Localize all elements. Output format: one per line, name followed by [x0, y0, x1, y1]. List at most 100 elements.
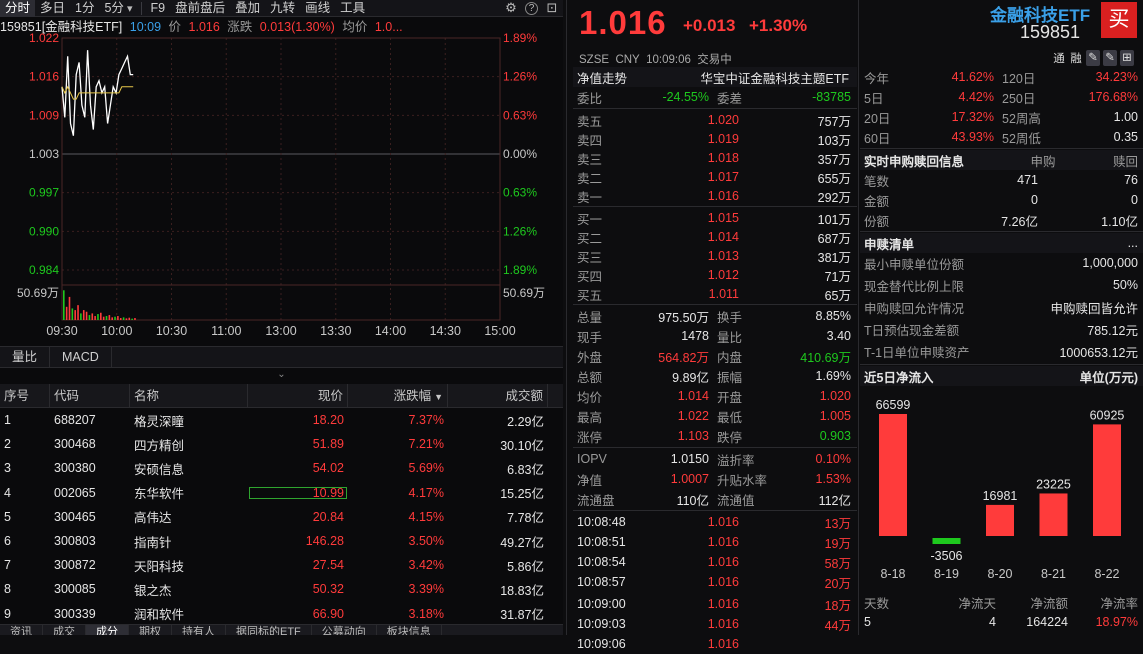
bid-row[interactable]: 买五 1.011 65万 [573, 284, 857, 304]
gear-icon[interactable]: ⚙ [503, 0, 519, 16]
edit-icon[interactable]: ✎ [1086, 50, 1100, 66]
grid-icon[interactable]: ⊞ [1120, 50, 1134, 66]
table-row[interactable]: 4 002065 东华软件 10.99 4.17% 15.25亿 [0, 481, 563, 505]
table-row[interactable]: 7 300872 天阳科技 27.54 3.42% 5.86亿 [0, 553, 563, 577]
column-header-0[interactable]: 序号 [0, 383, 50, 408]
ask-row[interactable]: 卖三 1.018 357万 [573, 148, 857, 168]
bottom-tabs: 资讯 成交 成分 期权 持有人 据同标的ETF 公募动向 板块信息 [0, 624, 563, 635]
iopv-label: 流通盘 [577, 493, 615, 508]
table-row[interactable]: 3 300380 安硕信息 54.02 5.69% 6.83亿 [0, 456, 563, 480]
x-tick: 13:00 [265, 324, 296, 338]
column-header-1[interactable]: 代码 [50, 383, 130, 408]
list-row: 申购赎回允许情况 申购赎回皆允许 [860, 297, 1143, 317]
toolbar-item-6[interactable]: 叠加 [230, 0, 265, 17]
x-tick: 10:30 [156, 324, 187, 338]
help-icon[interactable]: ? [525, 1, 538, 15]
rong-button[interactable]: 融 [1069, 50, 1083, 66]
tick-row: 10:09:06 1.016 [573, 634, 857, 654]
bid-row[interactable]: 买三 1.013 381万 [573, 246, 857, 266]
toolbar-item-1[interactable]: 多日 [35, 0, 70, 17]
row-code: 688207 [54, 413, 96, 428]
toolbar-item-3[interactable]: 5分 [99, 0, 128, 17]
nav-row[interactable]: 净值走势 华宝中证金融科技主题ETF [573, 67, 857, 87]
external-window-icon[interactable]: ⊡ [544, 0, 560, 16]
rt-sub: 0 [1031, 193, 1038, 207]
row-index: 4 [4, 485, 11, 500]
row-name: 格灵深瞳 [134, 414, 185, 429]
tab-volume-ratio[interactable]: 量比 [0, 347, 51, 367]
list-header[interactable]: 申赎清单... [860, 233, 1143, 253]
column-header-4[interactable]: 涨跌幅 ▼ [348, 383, 448, 408]
stat-value: 1.69% [815, 369, 851, 383]
table-row[interactable]: 5 300465 高伟达 20.84 4.15% 7.78亿 [0, 505, 563, 529]
toolbar-item-4[interactable]: F9 [145, 0, 170, 17]
bottom-tab-7[interactable]: 板块信息 [377, 625, 442, 635]
table-row[interactable]: 6 300803 指南针 146.28 3.50% 49.27亿 [0, 529, 563, 553]
table-row[interactable]: 9 300339 润和软件 66.90 3.18% 31.87亿 [0, 602, 563, 626]
row-name: 天阳科技 [134, 559, 185, 574]
stat-row: 涨停 1.103 跌停 0.903 [573, 426, 857, 446]
iopv-value: 0.10% [815, 452, 851, 466]
bid-row[interactable]: 买一 1.015 101万 [573, 208, 857, 228]
tab-macd[interactable]: MACD [50, 347, 112, 367]
tick-time: 10:08:54 [577, 555, 626, 569]
summary-label: 净流额 [1030, 596, 1068, 611]
bottom-tab-0[interactable]: 资讯 [0, 625, 43, 635]
volume-bar [85, 311, 88, 320]
bottom-tab-3[interactable]: 期权 [129, 625, 172, 635]
ask-row[interactable]: 卖四 1.019 103万 [573, 129, 857, 149]
tong-button[interactable]: 通 [1052, 50, 1066, 66]
perf-value: 0.35 [1113, 130, 1138, 144]
bottom-tab-4[interactable]: 持有人 [172, 625, 226, 635]
ask-row[interactable]: 卖一 1.016 292万 [573, 186, 857, 206]
table-row[interactable]: 1 688207 格灵深瞳 18.20 7.37% 2.29亿 [0, 408, 563, 432]
toolbar-item-7[interactable]: 九转 [265, 0, 300, 17]
net-inflow-chart: 66599 8-18 -3506 8-19 16981 8-20 23225 8-21 6092… [876, 398, 1125, 581]
bottom-tab-1[interactable]: 成交 [43, 625, 86, 635]
bottom-tab-2[interactable]: 成分 [86, 625, 129, 635]
table-row[interactable]: 2 300468 四方精创 51.89 7.21% 30.10亿 [0, 432, 563, 456]
tick-row: 10:09:03 1.016 44万 [573, 614, 857, 634]
summary-value: 4 [989, 615, 996, 629]
ask-row[interactable]: 卖五 1.020 757万 [573, 110, 857, 130]
stat-label: 跌停 [717, 430, 743, 445]
perf-label: 今年 [864, 71, 890, 86]
toolbar-divider [141, 1, 143, 15]
bottom-tab-5[interactable]: 据同标的ETF [226, 625, 312, 635]
toolbar-item-9[interactable]: 工具 [335, 0, 370, 17]
row-index: 6 [4, 534, 11, 549]
intraday-chart[interactable]: 1.022 1.89% 1.016 1.26% 1.009 0.63% 1.003 0.00%… [0, 30, 563, 345]
flow-category-label: 8-20 [987, 567, 1012, 581]
stat-value: 1.014 [677, 389, 709, 403]
buy-button[interactable]: 买 [1101, 2, 1137, 38]
table-row[interactable]: 8 300085 银之杰 50.32 3.39% 18.83亿 [0, 577, 563, 601]
stat-row: 现手 1478 量比 3.40 [573, 326, 857, 346]
row-index: 3 [4, 461, 11, 476]
x-tick: 11:00 [211, 324, 241, 338]
toolbar-item-5[interactable]: 盘前盘后 [170, 0, 230, 17]
ask-row[interactable]: 卖二 1.017 655万 [573, 167, 857, 187]
row-turnover: 5.86亿 [507, 559, 544, 574]
flow-bar [986, 504, 1014, 536]
column-header-5[interactable]: 成交额 [448, 383, 548, 408]
volume-bar [65, 306, 68, 320]
toolbar-item-2[interactable]: 1分 [70, 0, 99, 17]
list-value: 785.12元 [1087, 323, 1138, 338]
indicator-tabs: 量比 MACD [0, 346, 563, 368]
bid-volume: 381万 [817, 250, 851, 265]
perf-row: 今年 41.62% 120日 34.23% [860, 67, 1143, 87]
column-header-label: 成交额 [505, 388, 543, 403]
chevron-down-icon[interactable]: ▾ [127, 2, 139, 15]
table-header: 序号 代码 名称 现价 涨跌幅 ▼ 成交额 [0, 383, 563, 408]
toolbar-item-0[interactable]: 分时 [0, 0, 36, 17]
collapse-icon[interactable]: ⌄ [0, 369, 563, 381]
bid-row[interactable]: 买四 1.012 71万 [573, 265, 857, 285]
column-header-2[interactable]: 名称 [130, 383, 248, 408]
bottom-tab-6[interactable]: 公募动向 [312, 625, 377, 635]
column-header-label: 代码 [54, 388, 80, 403]
toolbar-item-8[interactable]: 画线 [300, 0, 335, 17]
column-header-3[interactable]: 现价 [248, 383, 348, 408]
pencil-icon[interactable]: ✎ [1103, 50, 1117, 66]
stat-row: 最高 1.022 最低 1.005 [573, 406, 857, 426]
bid-row[interactable]: 买二 1.014 687万 [573, 227, 857, 247]
